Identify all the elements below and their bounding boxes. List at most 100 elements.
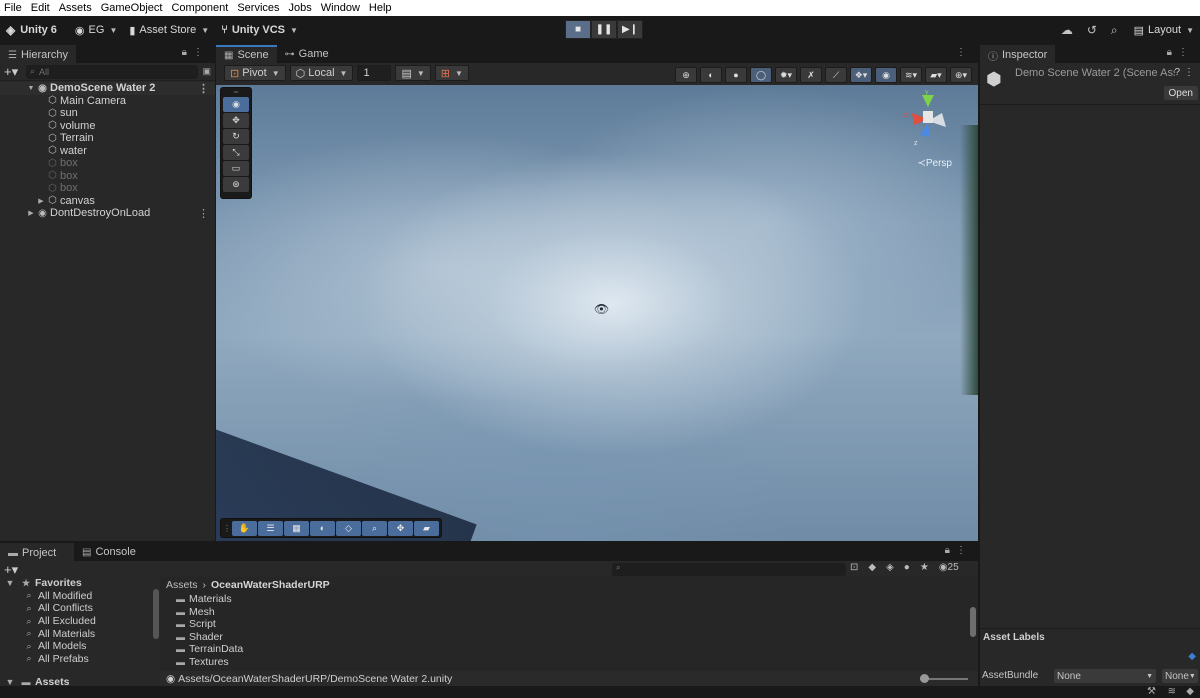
icon-size-slider[interactable] [920,674,968,683]
kebab-icon[interactable]: ⋮ [956,545,972,556]
label-tag-icon[interactable]: ◆ [1188,651,1196,662]
projection-label[interactable]: ≺Persp [917,158,952,169]
panel-menu[interactable]: 🔒︎⋮ [182,47,209,58]
layout-dropdown[interactable]: ▤ Layout ▼ [1132,20,1196,40]
account-dropdown[interactable]: ◉ EG ▼ [69,20,123,40]
tab-console[interactable]: ▤ Console [74,543,144,561]
tree-item[interactable]: ⬡ water [0,145,215,158]
vcs-dropdown[interactable]: ⑂ Unity VCS ▼ [215,20,304,40]
folder-item[interactable]: ▬ Shader [160,631,978,644]
scene-viewport[interactable]: ═ ◉ ✥ ↻ ⤡ ▭ ⊛ y x z ≺Persp 👁︎ ⋮ ✋ ☰ ▦ ◐ … [216,85,978,541]
slider-knob[interactable] [920,674,929,683]
history-icon[interactable]: ↺ [1087,23,1097,37]
tab-inspector[interactable]: ⓘ Inspector [980,45,1056,63]
menu-jobs[interactable]: Jobs [289,2,312,14]
menu-assets[interactable]: Assets [59,2,92,14]
expand-arrow-icon[interactable]: ▼ [26,85,36,92]
search-icon[interactable]: ⌕ [1111,23,1118,38]
transform-tool-button[interactable]: ⊛ [223,177,249,192]
panel-menu[interactable]: ⋮ [956,47,972,58]
camera-preview-button[interactable]: ▰ [414,520,439,536]
pause-button[interactable]: ❚❚ [591,20,617,39]
favorite-item[interactable]: ⌕ All Conflicts [0,602,160,615]
menu-window[interactable]: Window [321,2,360,14]
lighting-toggle-icon[interactable]: ✗ [800,67,822,83]
create-button[interactable]: +▾ [4,64,26,80]
grid-toggle-button[interactable]: ▦ [284,520,309,536]
menu-component[interactable]: Component [171,2,228,14]
shading-solid-icon[interactable]: ● [725,67,747,83]
pan-button[interactable]: ✥ [388,520,413,536]
lock-icon[interactable]: 🔒︎ [1167,47,1178,58]
step-button[interactable]: ▶❙ [617,20,643,39]
folder-item[interactable]: ▬ TerrainData [160,643,978,656]
favorites-scrollbar[interactable] [153,589,159,639]
menu-gameobject[interactable]: GameObject [101,2,163,14]
folder-item[interactable]: ▬ Textures [160,656,978,669]
surface-snap-button[interactable]: ◇ [336,520,361,536]
lock-icon[interactable]: 🔒︎ [182,47,193,58]
asset-bundle-variant-dropdown[interactable]: None ▼ [1162,669,1198,683]
layers-icon[interactable]: ≋▾ [900,67,922,83]
project-search-input[interactable]: ⌕ [612,563,846,576]
help-icon[interactable]: ? [1174,67,1180,78]
move-tool-button[interactable]: ✥ [223,113,249,128]
pivot-dropdown[interactable]: ⊡ Pivot ▼ [224,65,286,81]
tree-item[interactable]: ⬡ Terrain [0,132,215,145]
scene-root[interactable]: ▼ ◉ DemoScene Water 2 ⋮ [0,82,215,95]
rotate-tool-button[interactable]: ↻ [223,129,249,144]
breadcrumb-root[interactable]: Assets [166,579,198,591]
expand-arrow-icon[interactable]: ▼ [3,578,17,588]
layers-status-icon[interactable]: ≋ [1168,686,1176,697]
audio-toggle-icon[interactable]: ⟋ [825,67,847,83]
menu-services[interactable]: Services [237,2,279,14]
grid-snap-dropdown[interactable]: ▤ ▼ [395,65,431,81]
tree-item[interactable]: ⬡ box [0,182,215,195]
debug-draw-icon[interactable]: ✹▾ [775,67,797,83]
panel-menu[interactable]: 🔒︎⋮ [1167,47,1194,58]
hierarchy-search-input[interactable]: ⌕ All [26,64,199,79]
overlay-grip-icon[interactable]: ⋮ [223,524,231,533]
tree-item[interactable]: ⬡ sun [0,107,215,120]
view-tool-button[interactable]: ◉ [223,97,249,112]
folder-item[interactable]: ▬ Mesh [160,606,978,619]
favorite-item[interactable]: ⌕ All Materials [0,627,160,640]
favorite-star-icon[interactable]: ★ [920,562,929,573]
orientation-gizmo[interactable]: y x z [898,87,958,167]
kebab-icon[interactable]: ⋮ [198,82,209,95]
menu-help[interactable]: Help [369,2,392,14]
local-dropdown[interactable]: ⬡ Local ▼ [289,65,354,81]
open-button[interactable]: Open [1163,86,1198,100]
sliders-button[interactable]: ☰ [258,520,283,536]
overlay-grip-icon[interactable]: ═ [223,90,249,96]
kebab-icon[interactable]: ⋮ [1184,67,1194,78]
hand-tool-button[interactable]: ✋ [232,520,257,536]
asset-store-dropdown[interactable]: ▮ Asset Store ▼ [123,20,215,40]
menu-file[interactable]: File [4,2,22,14]
scale-tool-button[interactable]: ⤡ [223,145,249,160]
light-bake-icon[interactable]: ◆ [1186,686,1194,697]
expand-arrow-icon[interactable]: ▶ [36,197,46,205]
tag-icon[interactable]: ◈ [886,562,894,573]
dont-destroy-root[interactable]: ▶ ◉ DontDestroyOnLoad ⋮ [0,207,215,220]
expand-arrow-icon[interactable]: ▶ [26,209,36,217]
search-by-type-icon[interactable]: ⊡ [850,562,858,573]
filter-icon[interactable]: ▣ [202,66,211,77]
favorite-item[interactable]: ⌕ All Models [0,640,160,653]
unity-account-button[interactable]: ◈ Unity 6 [0,20,63,40]
increment-snap-dropdown[interactable]: ⊞ ▼ [434,65,469,81]
gizmos-icon[interactable]: ⊕▾ [950,67,972,83]
tree-item[interactable]: ⬡ Main Camera [0,95,215,108]
tab-game[interactable]: ⊶ Game [277,45,337,63]
visibility-toggle-icon[interactable]: ◉ [875,67,897,83]
tree-item[interactable]: ⬡ box [0,157,215,170]
zoom-button[interactable]: ⌕ [362,520,387,536]
play-button[interactable]: ■ [565,20,591,39]
cloud-icon[interactable]: ☁ [1061,23,1073,37]
folder-item[interactable]: ▬ Script [160,618,978,631]
tree-item[interactable]: ⬡ volume [0,120,215,133]
camera-icon[interactable]: ▰▾ [925,67,947,83]
warning-icon[interactable]: ● [904,562,910,573]
tab-project[interactable]: ▬ Project [0,543,74,561]
rect-tool-button[interactable]: ▭ [223,161,249,176]
